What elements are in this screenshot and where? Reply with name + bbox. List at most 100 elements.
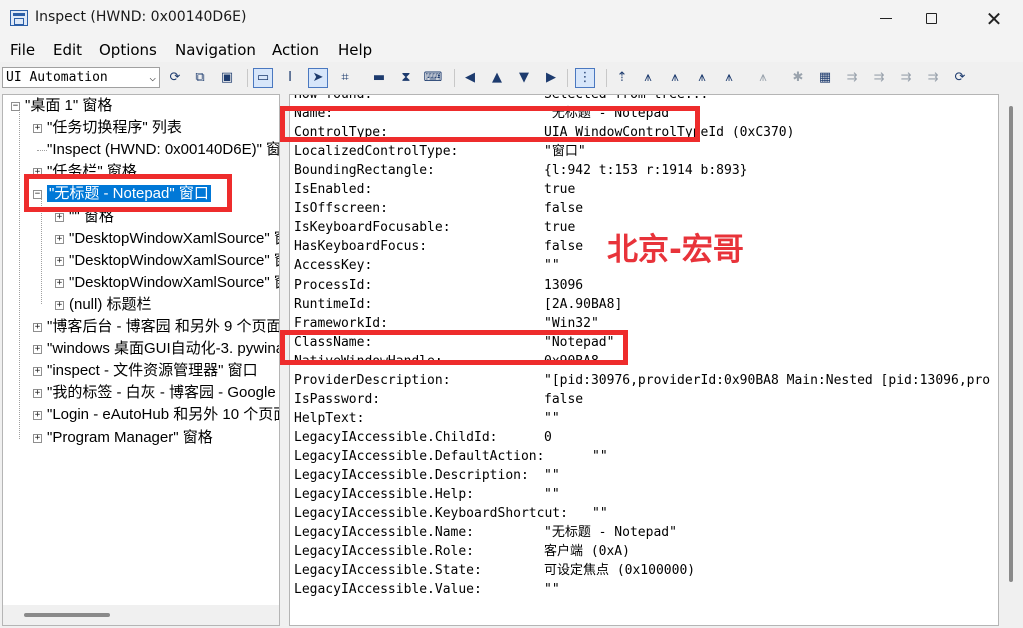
options-icon[interactable]: ▣ bbox=[217, 68, 237, 88]
tree-item[interactable]: "Program Manager" 窗格 bbox=[47, 427, 213, 449]
property-key: RuntimeId: bbox=[294, 296, 373, 312]
tree-item[interactable]: "Login - eAutoHub 和另外 10 个页面" 窗格 bbox=[47, 404, 279, 426]
menu-action[interactable]: Action bbox=[272, 41, 319, 59]
tree-view-icon[interactable]: ⋮ bbox=[575, 68, 595, 88]
menu-options[interactable]: Options bbox=[99, 41, 157, 59]
highlight-rect-icon[interactable]: ▭ bbox=[253, 68, 273, 88]
tree-scroll-thumb[interactable] bbox=[24, 613, 110, 617]
toolbar-separator bbox=[606, 69, 607, 87]
expand-icon[interactable]: + bbox=[33, 411, 42, 421]
highlight-box-tree-selection bbox=[24, 174, 232, 212]
property-key: LegacyIAccessible.ChildId: bbox=[294, 429, 498, 445]
keyboard-icon[interactable]: ⌨ bbox=[423, 68, 443, 88]
expand-icon[interactable]: + bbox=[33, 433, 42, 443]
down-icon[interactable]: ▼ bbox=[514, 68, 534, 88]
expand-icon[interactable]: + bbox=[33, 345, 42, 355]
tree-item[interactable]: "DesktopWindowXamlSource" 窗格 bbox=[69, 272, 279, 294]
expand-icon[interactable]: + bbox=[33, 323, 42, 332]
property-key: LocalizedControlType: bbox=[294, 144, 459, 160]
action-4-icon[interactable]: ⇉ bbox=[923, 68, 943, 88]
tree-item[interactable]: "桌面 1" 窗格 bbox=[25, 95, 112, 117]
property-value: "窗口" bbox=[544, 144, 586, 160]
disabled-tree-icon[interactable]: ⩚ bbox=[753, 68, 773, 88]
tree-item-label: "我的标签 - 白灰 - 博客园 - Google Chrome" 窗格 bbox=[47, 384, 279, 402]
property-value: "" bbox=[592, 506, 608, 522]
pointer-icon[interactable]: ➤ bbox=[308, 68, 328, 88]
property-value: "[pid:30976,providerId:0x90BA8 Main:Nest… bbox=[544, 372, 991, 388]
expand-icon[interactable]: + bbox=[55, 278, 64, 288]
action-2-icon[interactable]: ⇉ bbox=[869, 68, 889, 88]
inspect-app-icon bbox=[10, 10, 28, 26]
tree-guide-line bbox=[37, 150, 47, 152]
window-title: Inspect (HWND: 0x00140D6E) bbox=[35, 9, 247, 25]
expand-icon[interactable]: + bbox=[33, 367, 42, 377]
expand-icon[interactable]: + bbox=[33, 389, 42, 399]
tree-item[interactable]: (null) 标题栏 bbox=[69, 294, 152, 316]
expand-icon[interactable]: + bbox=[55, 234, 64, 244]
tree-horizontal-scrollbar[interactable] bbox=[3, 605, 279, 625]
menu-edit[interactable]: Edit bbox=[53, 41, 82, 59]
back-icon[interactable]: ◀ bbox=[460, 68, 480, 88]
property-value: "" bbox=[544, 410, 560, 426]
maximize-button[interactable] bbox=[909, 0, 955, 38]
property-key: HelpText: bbox=[294, 410, 365, 426]
up-icon[interactable]: ▲ bbox=[487, 68, 507, 88]
hourglass-icon[interactable]: ⧗ bbox=[396, 68, 416, 88]
tree-item-label: "windows 桌面GUI自动化-3. pywinauto" 窗口 bbox=[47, 340, 279, 358]
property-key: LegacyIAccessible.KeyboardShortcut: bbox=[294, 506, 568, 522]
tree-item[interactable]: "Inspect (HWND: 0x00140D6E)" 窗口 bbox=[47, 139, 279, 161]
expand-icon[interactable]: + bbox=[33, 124, 42, 134]
collapse-icon[interactable]: − bbox=[11, 102, 20, 111]
parent-icon[interactable]: ⇡ bbox=[612, 68, 632, 88]
property-value: [2A.90BA8] bbox=[544, 296, 623, 312]
expand-icon[interactable]: + bbox=[55, 300, 64, 310]
tree-item[interactable]: "DesktopWindowXamlSource" 窗格 bbox=[69, 250, 279, 272]
expand-icon[interactable]: + bbox=[55, 212, 64, 222]
next-sibling-icon[interactable]: ⩚ bbox=[665, 68, 685, 88]
first-child-icon[interactable]: ⩚ bbox=[638, 68, 658, 88]
last-child-icon[interactable]: ⩚ bbox=[719, 68, 739, 88]
tree-item-label: "inspect - 文件资源管理器" 窗口 bbox=[47, 362, 258, 380]
watch-focus-icon[interactable]: ⌗ bbox=[335, 68, 355, 88]
menu-help[interactable]: Help bbox=[338, 41, 372, 59]
action-3-icon[interactable]: ⇉ bbox=[896, 68, 916, 88]
property-key: LegacyIAccessible.Description: bbox=[294, 468, 529, 483]
tree-item[interactable]: "inspect - 文件资源管理器" 窗口 bbox=[47, 360, 258, 382]
menu-file[interactable]: File bbox=[10, 41, 35, 59]
invoke-icon[interactable]: ✱ bbox=[788, 68, 808, 88]
tree-item[interactable]: "windows 桌面GUI自动化-3. pywinauto" 窗口 bbox=[47, 338, 279, 360]
tree-item[interactable]: "博客后台 - 博客园 和另外 9 个页面 - 个人 - Microsoft E… bbox=[47, 316, 279, 338]
action-1-icon[interactable]: ⇉ bbox=[842, 68, 862, 88]
prev-sibling-icon[interactable]: ⩚ bbox=[692, 68, 712, 88]
minimize-button[interactable] bbox=[863, 0, 909, 38]
tree-item[interactable]: "DesktopWindowXamlSource" 窗格 bbox=[69, 228, 279, 250]
menu-navigation[interactable]: Navigation bbox=[175, 41, 256, 59]
grid-icon[interactable]: ▦ bbox=[815, 68, 835, 88]
close-button[interactable]: ✕ bbox=[965, 0, 1023, 38]
property-key: How found: bbox=[294, 94, 373, 102]
property-key: LegacyIAccessible.Name: bbox=[294, 525, 475, 541]
forward-icon[interactable]: ▶ bbox=[541, 68, 561, 88]
refresh-icon[interactable]: ⟳ bbox=[165, 68, 185, 88]
tree-item-label: "DesktopWindowXamlSource" 窗格 bbox=[69, 273, 279, 291]
mode-select[interactable]: UI Automation ⌵ bbox=[2, 67, 160, 88]
expand-icon[interactable]: + bbox=[55, 256, 64, 266]
property-value: 可设定焦点 (0x100000) bbox=[544, 563, 696, 579]
property-value: "" bbox=[544, 468, 560, 483]
refresh-tree-icon[interactable]: ⟳ bbox=[950, 68, 970, 88]
menu-bar: File Edit Options Navigation Action Help bbox=[0, 38, 1023, 62]
property-key: LegacyIAccessible.DefaultAction: bbox=[294, 448, 545, 464]
tree-item-label: "DesktopWindowXamlSource" 窗格 bbox=[69, 251, 279, 269]
window-icon[interactable]: ▬ bbox=[369, 68, 389, 88]
property-key: IsKeyboardFocusable: bbox=[294, 220, 451, 236]
chevron-down-icon: ⌵ bbox=[149, 71, 156, 84]
property-key: ProviderDescription: bbox=[294, 372, 451, 388]
tree-item[interactable]: "我的标签 - 白灰 - 博客园 - Google Chrome" 窗格 bbox=[47, 382, 279, 404]
properties-vertical-scrollbar[interactable] bbox=[1000, 94, 1021, 626]
property-value: Selected from tree... bbox=[544, 94, 709, 102]
copy-icon[interactable]: ⧉ bbox=[190, 68, 210, 88]
caret-icon[interactable]: I bbox=[280, 68, 300, 88]
properties-scroll-thumb[interactable] bbox=[1009, 106, 1013, 582]
tree-item[interactable]: "任务切换程序" 列表 bbox=[47, 117, 182, 139]
property-key: IsOffscreen: bbox=[294, 201, 388, 217]
